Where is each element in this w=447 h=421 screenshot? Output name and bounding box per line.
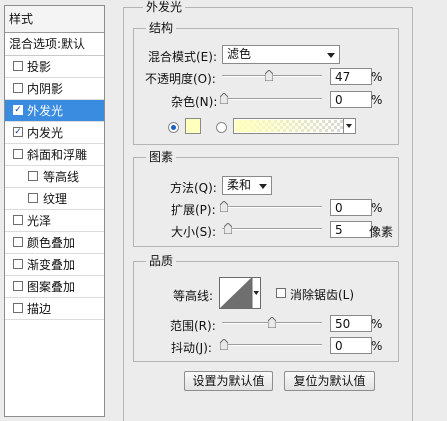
antialias-label: 消除锯齿(L): [290, 288, 355, 302]
sidebar-item-label: 渐变叠加: [27, 258, 76, 272]
sidebar-item-pattern-overlay[interactable]: 图案叠加: [5, 276, 104, 298]
sidebar-item-color-overlay[interactable]: 颜色叠加: [5, 232, 104, 254]
size-unit: 像素: [369, 225, 394, 239]
blend-mode-dropdown[interactable]: 滤色: [222, 45, 340, 64]
checkbox-contour[interactable]: [28, 171, 38, 181]
noise-slider[interactable]: [220, 92, 322, 106]
slider-thumb[interactable]: [220, 93, 228, 104]
checkbox-color-overlay[interactable]: [13, 237, 23, 247]
checkbox-texture[interactable]: [28, 193, 38, 203]
sidebar-item-label: 颜色叠加: [27, 236, 76, 250]
gradient-picker[interactable]: [233, 118, 356, 134]
sidebar-item-label: 斜面和浮雕: [27, 148, 88, 162]
slider-track: [222, 98, 322, 100]
slider-thumb[interactable]: [220, 201, 228, 212]
contour-label: 等高线:: [173, 289, 214, 303]
technique-dropdown[interactable]: 柔和: [222, 176, 272, 195]
solid-color-radio[interactable]: [168, 122, 179, 133]
styles-header: 样式: [5, 6, 104, 33]
sidebar-item-contour[interactable]: 等高线: [5, 166, 104, 188]
sidebar-item-label: 等高线: [43, 170, 80, 184]
contour-picker[interactable]: [219, 277, 261, 309]
checkbox-outer-glow[interactable]: ✓: [13, 105, 23, 115]
structure-title: 结构: [146, 21, 177, 35]
checkbox-pattern-overlay[interactable]: [13, 281, 23, 291]
chevron-down-icon: [259, 184, 267, 189]
checkbox-gradient-overlay[interactable]: [13, 259, 23, 269]
blend-mode-value: 滤色: [227, 47, 252, 61]
slider-track: [222, 228, 322, 230]
make-default-button[interactable]: 设置为默认值: [184, 371, 273, 391]
noise-label: 杂色(N):: [171, 95, 218, 109]
sidebar-item-label: 内发光: [27, 126, 64, 140]
glow-color-swatch[interactable]: [185, 118, 201, 134]
technique-label: 方法(Q):: [170, 181, 217, 195]
sidebar-item-stroke[interactable]: 描边: [5, 298, 104, 320]
spread-input[interactable]: 0: [330, 199, 372, 216]
gradient-dropdown-button[interactable]: [343, 119, 355, 133]
contour-preview-icon: [219, 277, 261, 309]
sidebar-item-label: 内阴影: [27, 82, 64, 96]
quality-title: 品质: [146, 254, 177, 268]
slider-thumb[interactable]: [220, 339, 228, 350]
chevron-down-icon: [346, 124, 352, 128]
checkbox-inner-shadow[interactable]: [13, 83, 23, 93]
slider-track: [222, 344, 322, 346]
checkbox-drop-shadow[interactable]: [13, 61, 23, 71]
range-input[interactable]: 50: [330, 315, 372, 332]
jitter-input[interactable]: 0: [330, 337, 372, 354]
elements-title: 图素: [146, 150, 177, 164]
sidebar-item-bevel-emboss[interactable]: 斜面和浮雕: [5, 144, 104, 166]
panel-title: 外发光: [143, 0, 186, 14]
sidebar-item-label: 投影: [27, 60, 52, 74]
noise-input[interactable]: 0: [330, 91, 372, 108]
checkbox-inner-glow[interactable]: ✓: [13, 127, 23, 137]
slider-thumb[interactable]: [265, 70, 273, 81]
gradient-preview: [235, 120, 343, 132]
range-unit: %: [371, 317, 383, 331]
gradient-radio[interactable]: [216, 122, 227, 133]
sidebar-item-texture[interactable]: 纹理: [5, 188, 104, 210]
antialias-checkbox[interactable]: [276, 288, 286, 298]
blending-options-item[interactable]: 混合选项:默认: [5, 33, 104, 56]
sidebar-item-outer-glow[interactable]: ✓ 外发光: [5, 100, 104, 122]
checkbox-stroke[interactable]: [13, 303, 23, 313]
size-label: 大小(S):: [171, 225, 217, 239]
slider-track: [222, 206, 322, 208]
sidebar-item-label: 图案叠加: [27, 280, 76, 294]
jitter-slider[interactable]: [220, 338, 322, 352]
spread-slider[interactable]: [220, 200, 322, 214]
spread-label: 扩展(P):: [171, 203, 216, 217]
sidebar-item-label: 外发光: [27, 104, 64, 118]
slider-thumb[interactable]: [224, 223, 232, 234]
styles-list: 样式 混合选项:默认 投影 内阴影 ✓ 外发光 ✓ 内发光 斜面和浮雕 等高线 …: [4, 5, 105, 417]
sidebar-item-label: 光泽: [27, 214, 52, 228]
jitter-label: 抖动(J):: [171, 341, 212, 355]
slider-thumb[interactable]: [268, 317, 276, 328]
spread-unit: %: [371, 201, 383, 215]
opacity-label: 不透明度(O):: [145, 72, 216, 86]
range-slider[interactable]: [222, 316, 322, 330]
checkbox-bevel-emboss[interactable]: [13, 149, 23, 159]
noise-unit: %: [371, 93, 383, 107]
opacity-unit: %: [371, 70, 383, 84]
technique-value: 柔和: [227, 178, 252, 192]
size-input[interactable]: 5: [330, 221, 372, 238]
sidebar-item-label: 描边: [27, 302, 52, 316]
range-label: 范围(R):: [170, 319, 216, 333]
checkbox-satin[interactable]: [13, 215, 23, 225]
opacity-slider[interactable]: [222, 69, 322, 83]
size-slider[interactable]: [222, 222, 322, 236]
sidebar-item-satin[interactable]: 光泽: [5, 210, 104, 232]
sidebar-item-inner-glow[interactable]: ✓ 内发光: [5, 122, 104, 144]
chevron-down-icon: [327, 53, 335, 58]
sidebar-item-label: 纹理: [43, 192, 68, 206]
sidebar-item-drop-shadow[interactable]: 投影: [5, 56, 104, 78]
sidebar-item-inner-shadow[interactable]: 内阴影: [5, 78, 104, 100]
opacity-input[interactable]: 47: [330, 68, 372, 85]
blend-mode-label: 混合模式(E):: [148, 50, 217, 64]
reset-default-button[interactable]: 复位为默认值: [284, 371, 375, 391]
jitter-unit: %: [371, 339, 383, 353]
sidebar-item-gradient-overlay[interactable]: 渐变叠加: [5, 254, 104, 276]
